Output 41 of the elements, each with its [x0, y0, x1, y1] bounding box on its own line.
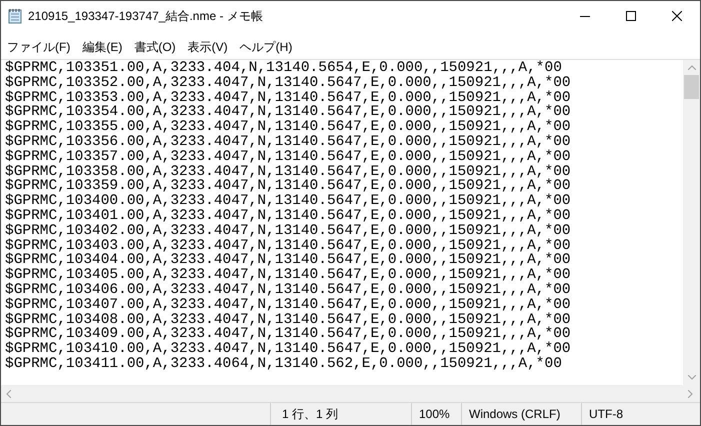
text-line: $GPRMC,103353.00,A,3233.4047,N,13140.5647,E,0.000,,150921,,,A,*00: [5, 90, 571, 106]
text-line: $GPRMC,103404.00,A,3233.4047,N,13140.5647,E,0.000,,150921,,,A,*00: [5, 253, 571, 268]
text-line: $GPRMC,103354.00,A,3233.4047,N,13140.5647,E,0.000,,150921,,,A,*00: [5, 105, 571, 120]
text-line: $GPRMC,103351.00,A,3233.404,N,13140.5654,E,0.000,,150921,,,A,*00: [5, 61, 562, 76]
notepad-icon: [8, 8, 22, 24]
text-line: $GPRMC,103352.00,A,3233.4047,N,13140.5647,E,0.000,,150921,,,A,*00: [5, 76, 571, 91]
close-icon: [672, 11, 682, 21]
text-line: $GPRMC,103410.00,A,3233.4047,N,13140.5647,E,0.000,,150921,,,A,*00: [5, 342, 571, 357]
menu-item[interactable]: 編集(E): [77, 38, 128, 56]
text-line: $GPRMC,103355.00,A,3233.4047,N,13140.5647,E,0.000,,150921,,,A,*00: [5, 120, 571, 135]
text-line: $GPRMC,103359.00,A,3233.4047,N,13140.5647,E,0.000,,150921,,,A,*00: [5, 179, 571, 194]
vertical-scrollbar[interactable]: [683, 60, 700, 385]
text-line: $GPRMC,103357.00,A,3233.4047,N,13140.5647,E,0.000,,150921,,,A,*00: [5, 150, 571, 165]
scroll-thumb[interactable]: [684, 75, 699, 99]
text-line: $GPRMC,103408.00,A,3233.4047,N,13140.5647,E,0.000,,150921,,,A,*00: [5, 312, 571, 328]
maximize-icon: [626, 11, 636, 21]
scroll-down-icon: [688, 375, 696, 380]
text-line: $GPRMC,103405.00,A,3233.4047,N,13140.5647,E,0.000,,150921,,,A,*00: [5, 268, 571, 283]
horizontal-scrollbar[interactable]: [1, 385, 700, 402]
scroll-right-icon: [688, 390, 693, 398]
text-line: $GPRMC,103400.00,A,3233.4047,N,13140.5647,E,0.000,,150921,,,A,*00: [5, 194, 571, 209]
menu-item[interactable]: ファイル(F): [2, 38, 76, 56]
text-line: $GPRMC,103406.00,A,3233.4047,N,13140.5647,E,0.000,,150921,,,A,*00: [5, 282, 571, 298]
cursor-position: 1 行、1 列: [271, 403, 412, 425]
text-line: $GPRMC,103403.00,A,3233.4047,N,13140.5647,E,0.000,,150921,,,A,*00: [5, 238, 571, 254]
window-title: 210915_193347-193747_結合.nme - メモ帳: [28, 8, 263, 25]
encoding: UTF-8: [588, 406, 623, 423]
zoom-level: 100%: [412, 403, 462, 425]
text-line: $GPRMC,103358.00,A,3233.4047,N,13140.5647,E,0.000,,150921,,,A,*00: [5, 164, 571, 180]
text-line: $GPRMC,103411.00,A,3233.4064,N,13140.562,E,0.000,,150921,,,A,*00: [5, 356, 562, 372]
scroll-left-icon: [6, 390, 11, 398]
text-line: $GPRMC,103356.00,A,3233.4047,N,13140.5647,E,0.000,,150921,,,A,*00: [5, 134, 571, 150]
menu-item[interactable]: ヘルプ(H): [234, 38, 298, 56]
line-ending: Windows (CRLF): [462, 403, 582, 425]
menu-item[interactable]: 書式(O): [129, 38, 181, 56]
menu-item[interactable]: 表示(V): [182, 38, 233, 56]
text-line: $GPRMC,103407.00,A,3233.4047,N,13140.5647,E,0.000,,150921,,,A,*00: [5, 298, 571, 313]
text-line: $GPRMC,103401.00,A,3233.4047,N,13140.5647,E,0.000,,150921,,,A,*00: [5, 208, 571, 224]
text-line: $GPRMC,103409.00,A,3233.4047,N,13140.5647,E,0.000,,150921,,,A,*00: [5, 327, 571, 342]
scroll-up-icon: [688, 65, 696, 70]
text-line: $GPRMC,103402.00,A,3233.4047,N,13140.5647,E,0.000,,150921,,,A,*00: [5, 224, 571, 239]
